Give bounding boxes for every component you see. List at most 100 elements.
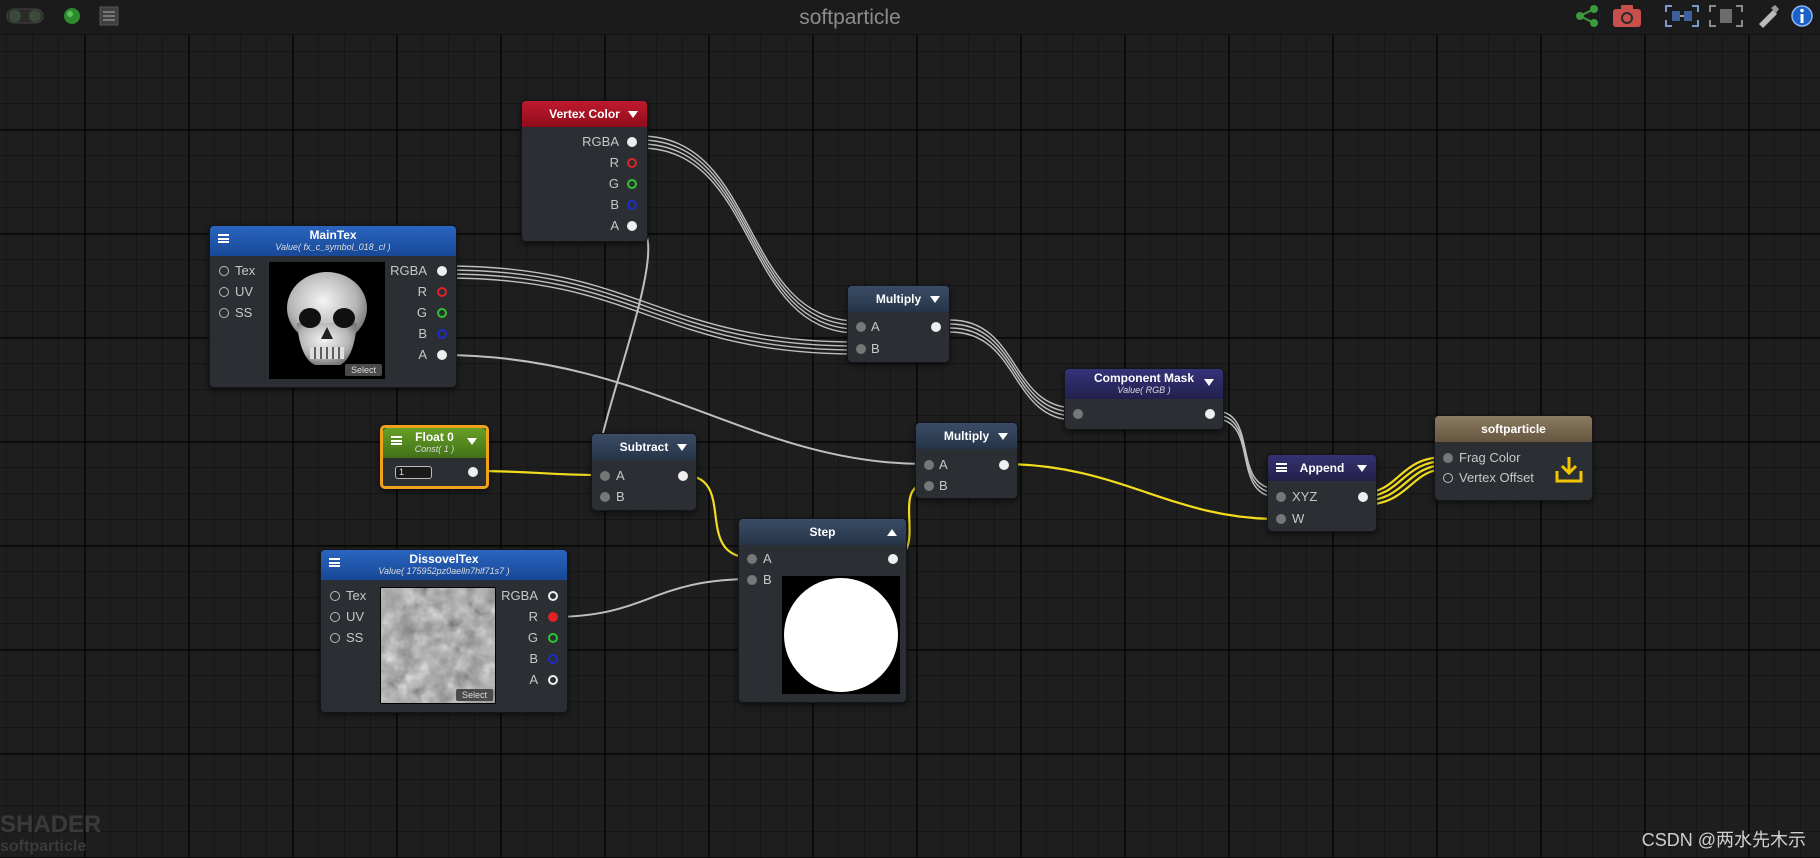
input-port[interactable] <box>1073 409 1083 419</box>
select-texture-button[interactable]: Select <box>344 364 382 376</box>
input-port-tex[interactable] <box>330 591 340 601</box>
select-texture-button[interactable]: Select <box>455 689 493 701</box>
output-port-g[interactable] <box>548 633 558 643</box>
output-port[interactable] <box>678 471 688 481</box>
float-value-input[interactable]: 1 <box>395 466 432 479</box>
input-label: B <box>939 478 948 493</box>
input-port-uv[interactable] <box>219 287 229 297</box>
input-port-b[interactable] <box>747 575 757 585</box>
shader-name-watermark: softparticle <box>0 838 87 855</box>
input-port-a[interactable] <box>856 322 866 332</box>
input-label: Vertex Offset <box>1459 470 1534 485</box>
node-header[interactable]: Multiply <box>916 423 1017 449</box>
wire-multiply2-to-append-w <box>1001 462 1279 521</box>
step-node[interactable]: Step A B <box>738 518 907 703</box>
node-header[interactable]: Float 0 Const( 1 ) <box>383 428 486 458</box>
input-port-w[interactable] <box>1276 514 1286 524</box>
node-title: softparticle <box>1481 422 1546 436</box>
output-port-a[interactable] <box>627 221 637 231</box>
output-port-a[interactable] <box>437 350 447 360</box>
node-header[interactable]: Step <box>739 519 906 545</box>
output-label: A <box>418 347 427 362</box>
input-port-a[interactable] <box>747 554 757 564</box>
output-port-r[interactable] <box>437 287 447 297</box>
node-header[interactable]: Component Mask Value( RGB ) <box>1065 369 1223 399</box>
output-label: R <box>609 155 619 170</box>
input-port-b[interactable] <box>924 481 934 491</box>
output-port-rgba[interactable] <box>437 266 447 276</box>
vertex-color-node[interactable]: Vertex Color RGBA R G B A <box>521 100 648 242</box>
input-port-vertex-offset[interactable] <box>1443 473 1453 483</box>
input-label: A <box>763 551 772 566</box>
output-port[interactable] <box>1358 492 1368 502</box>
input-port-a[interactable] <box>924 460 934 470</box>
output-label: RGBA <box>501 588 538 603</box>
node-header[interactable]: DissovelTex Value( 175952pz0aelln7hlf71s… <box>321 550 567 580</box>
node-header[interactable]: Append <box>1268 455 1376 481</box>
input-port-xyz[interactable] <box>1276 492 1286 502</box>
dropdown-arrow-icon[interactable] <box>677 444 687 451</box>
input-port-uv[interactable] <box>330 612 340 622</box>
output-label: A <box>610 218 619 233</box>
node-header[interactable]: Subtract <box>592 434 696 460</box>
menu-icon[interactable] <box>218 234 229 243</box>
node-subtitle: Const( 1 ) <box>414 444 455 454</box>
node-header[interactable]: MainTex Value( fx_c_symbol_018_cl ) <box>210 226 456 256</box>
component-mask-node[interactable]: Component Mask Value( RGB ) <box>1064 368 1224 430</box>
node-header[interactable]: Multiply <box>848 286 949 312</box>
float-constant-node[interactable]: Float 0 Const( 1 ) 1 <box>380 425 489 489</box>
output-port-rgba[interactable] <box>627 137 637 147</box>
output-label: R <box>417 284 427 299</box>
dropdown-arrow-icon[interactable] <box>628 111 638 118</box>
input-label: SS <box>346 630 364 645</box>
output-port-rgba[interactable] <box>548 591 558 601</box>
menu-icon[interactable] <box>329 558 340 567</box>
input-label: A <box>871 319 880 334</box>
output-port[interactable] <box>888 554 898 564</box>
master-output-node[interactable]: softparticle Frag Color Vertex Offset <box>1434 415 1593 501</box>
output-label: G <box>416 305 427 320</box>
input-label: W <box>1292 511 1305 526</box>
dropdown-arrow-icon[interactable] <box>467 438 477 445</box>
output-port-b[interactable] <box>627 200 637 210</box>
node-title: Float 0 <box>415 430 454 444</box>
append-node[interactable]: Append XYZ W <box>1267 454 1377 532</box>
multiply-node-2[interactable]: Multiply A B <box>915 422 1018 499</box>
dropdown-arrow-icon[interactable] <box>1357 465 1367 472</box>
output-save-icon[interactable] <box>1554 455 1584 485</box>
input-port-b[interactable] <box>600 492 610 502</box>
dissoveltex-sampler-node[interactable]: DissovelTex Value( 175952pz0aelln7hlf71s… <box>320 549 568 713</box>
input-port-tex[interactable] <box>219 266 229 276</box>
input-label: Tex <box>346 588 367 603</box>
dropdown-arrow-icon[interactable] <box>930 296 940 303</box>
node-title: Append <box>1299 461 1345 475</box>
input-port-frag-color[interactable] <box>1443 453 1453 463</box>
menu-icon[interactable] <box>391 436 402 445</box>
output-port-g[interactable] <box>627 179 637 189</box>
subtract-node[interactable]: Subtract A B <box>591 433 697 511</box>
node-header[interactable]: softparticle <box>1435 416 1592 442</box>
output-port-r[interactable] <box>548 612 558 622</box>
menu-icon[interactable] <box>1276 463 1287 472</box>
node-header[interactable]: Vertex Color <box>522 101 647 127</box>
maintex-sampler-node[interactable]: MainTex Value( fx_c_symbol_018_cl ) Tex … <box>209 225 457 388</box>
output-port-a[interactable] <box>548 675 558 685</box>
input-port-a[interactable] <box>600 471 610 481</box>
dropdown-arrow-icon[interactable] <box>998 433 1008 440</box>
output-port[interactable] <box>931 322 941 332</box>
input-port-b[interactable] <box>856 344 866 354</box>
collapse-arrow-icon[interactable] <box>887 529 897 536</box>
output-port-r[interactable] <box>627 158 637 168</box>
dropdown-arrow-icon[interactable] <box>1204 379 1214 386</box>
output-port-b[interactable] <box>548 654 558 664</box>
input-label: UV <box>235 284 254 299</box>
output-port-g[interactable] <box>437 308 447 318</box>
multiply-node[interactable]: Multiply A B <box>847 285 950 363</box>
input-port-ss[interactable] <box>330 633 340 643</box>
node-subtitle: Value( RGB ) <box>1117 385 1171 395</box>
output-port-b[interactable] <box>437 329 447 339</box>
input-port-ss[interactable] <box>219 308 229 318</box>
output-port[interactable] <box>999 460 1009 470</box>
output-port[interactable] <box>468 467 478 477</box>
output-port[interactable] <box>1205 409 1215 419</box>
